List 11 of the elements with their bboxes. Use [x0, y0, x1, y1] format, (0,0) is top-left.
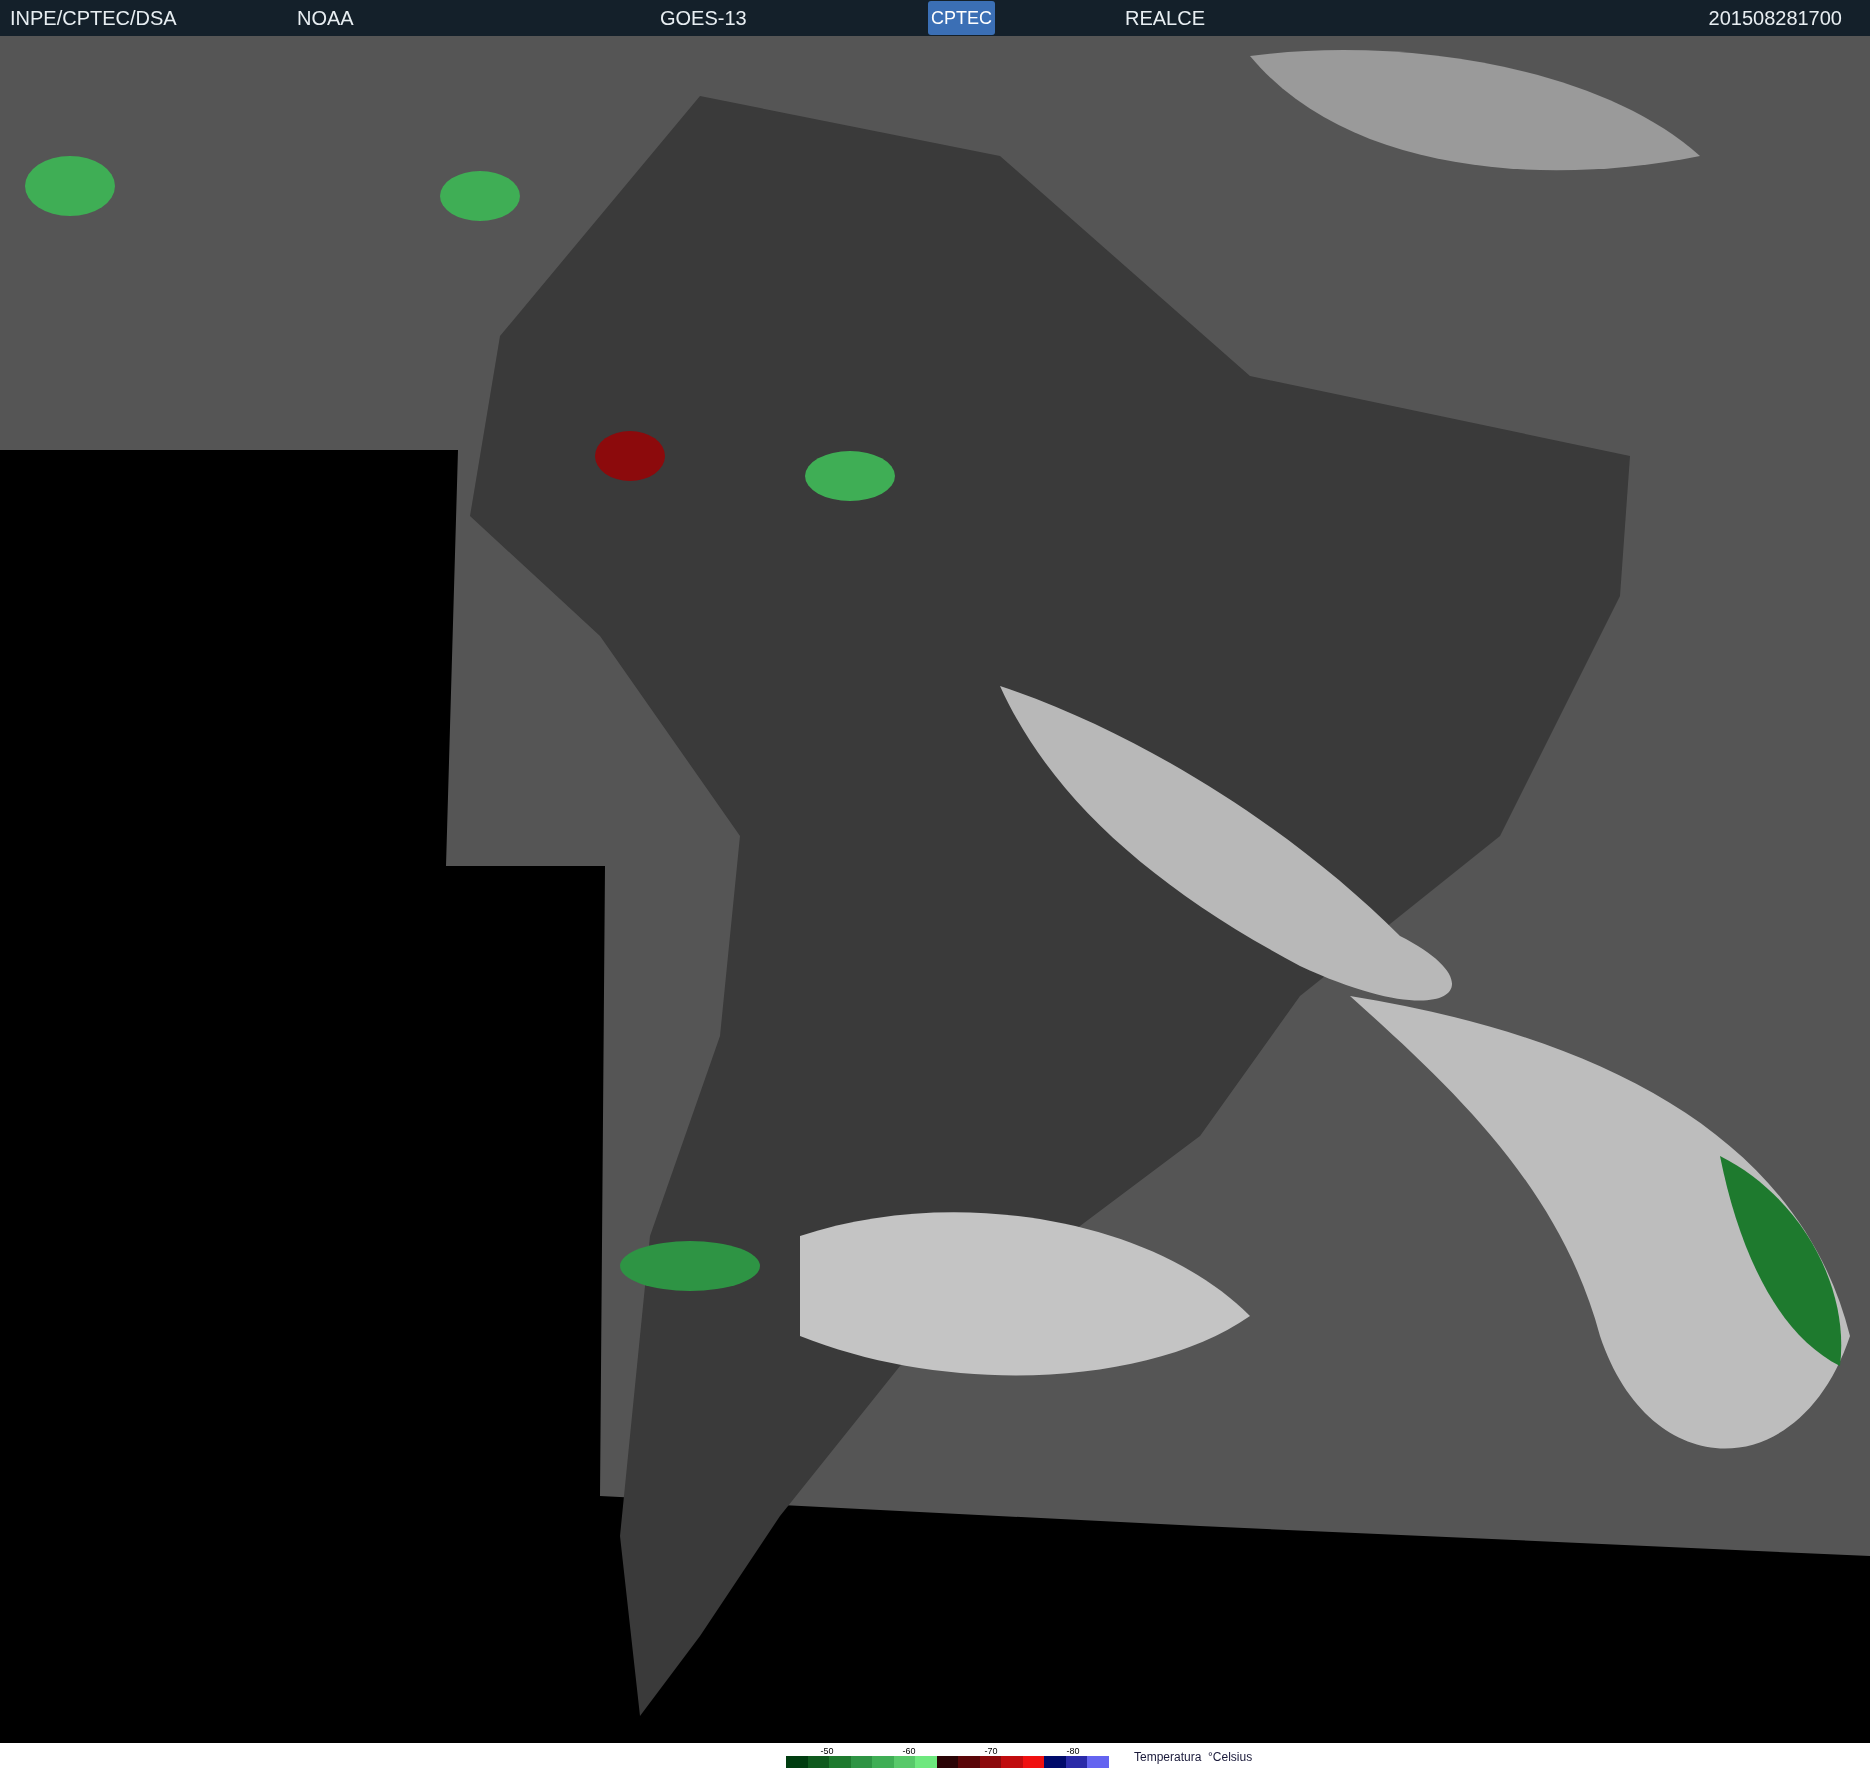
legend-tick: -70 — [984, 1745, 998, 1756]
legend-tick: -60 — [902, 1745, 916, 1756]
header-label: NOAA — [297, 7, 354, 29]
legend-title: Temperatura °Celsius — [1134, 1748, 1253, 1766]
logo: CPTEC — [928, 1, 995, 35]
timestamp: 201508281700 — [1708, 6, 1842, 31]
legend-tick: -80 — [1066, 1745, 1080, 1756]
header-label: INPE/CPTEC/DSA — [10, 7, 177, 29]
header-label: GOES-13 — [660, 7, 747, 29]
legend-tick: -50 — [820, 1745, 834, 1756]
product-label: REALCE — [1125, 6, 1206, 31]
